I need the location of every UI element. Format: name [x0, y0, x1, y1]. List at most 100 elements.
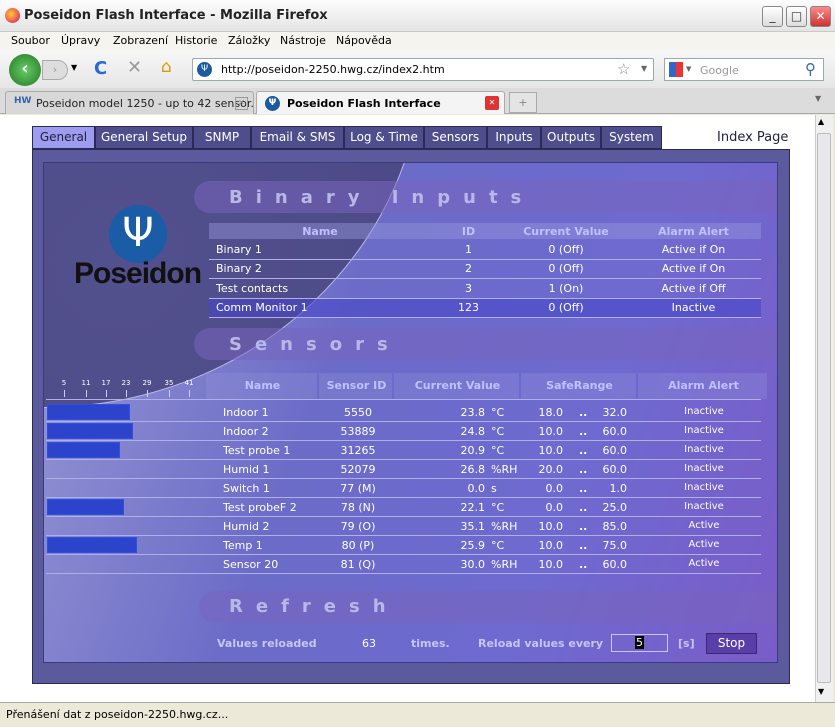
scale-tick — [169, 390, 170, 397]
app-tab-general-setup[interactable]: General Setup — [95, 126, 193, 149]
index-page-link[interactable]: Index Page — [717, 130, 788, 145]
browser-tab-active[interactable]: Ψ Poseidon Flash Interface ✕ — [256, 91, 505, 114]
scale-tick — [189, 390, 190, 397]
safe-range-high: 25.0 — [602, 501, 628, 514]
sensors-title: Sensors — [229, 334, 401, 355]
binary-cell: 2 — [465, 262, 472, 276]
scale-tick — [106, 390, 107, 397]
binary-column-header: Current Value — [523, 225, 609, 238]
scrollbar-thumb[interactable] — [817, 133, 831, 683]
safe-range-high: 75.0 — [602, 539, 628, 552]
binary-inputs-title: Binary Inputs — [229, 187, 535, 208]
app-tab-system[interactable]: System — [601, 126, 662, 149]
scale-tick — [147, 390, 148, 397]
scale-tick — [64, 390, 65, 397]
tab-close-icon[interactable]: ✕ — [235, 97, 248, 110]
bookmark-star-icon[interactable]: ☆ — [617, 60, 630, 78]
home-icon[interactable]: ⌂ — [161, 57, 172, 77]
sensor-column-header: SafeRange — [546, 379, 613, 392]
url-bar[interactable]: Ψ http://poseidon-2250.hwg.cz/index2.htm… — [192, 58, 654, 81]
scroll-down-icon[interactable]: ▼ — [818, 687, 824, 696]
menu-historie[interactable]: Historie — [175, 34, 217, 47]
menu-soubor[interactable]: Soubor — [11, 34, 50, 47]
stop-icon[interactable]: ✕ — [127, 57, 142, 78]
scale-tick — [86, 390, 87, 397]
menu-napoveda[interactable]: Nápověda — [336, 34, 392, 47]
sensor-unit: %RH — [491, 463, 518, 476]
trident-icon: Ψ — [109, 205, 167, 263]
tab-close-icon[interactable]: ✕ — [485, 96, 499, 110]
window-title: Poseidon Flash Interface - Mozilla Firef… — [24, 8, 328, 23]
search-icon[interactable]: ⚲ — [805, 60, 816, 78]
maximize-button[interactable]: □ — [786, 6, 807, 27]
search-engine-dropdown-icon[interactable]: ▼ — [686, 65, 691, 73]
binary-column-header: ID — [461, 225, 476, 238]
sensor-value: 0.0 — [467, 482, 486, 495]
safe-range-high: 60.0 — [602, 558, 628, 571]
menu-zobrazeni[interactable]: Zobrazení — [113, 34, 168, 47]
reload-every-label: Reload values every — [478, 637, 604, 650]
url-text[interactable]: http://poseidon-2250.hwg.cz/index2.htm — [221, 63, 445, 76]
minimize-button[interactable]: _ — [762, 6, 783, 27]
scale-tick — [126, 390, 127, 397]
app-tab-inputs[interactable]: Inputs — [487, 126, 541, 149]
scroll-up-icon[interactable]: ▲ — [818, 117, 824, 126]
vertical-scrollbar[interactable]: ▲ ▼ — [815, 115, 833, 702]
seconds-unit-label: [s] — [678, 637, 695, 650]
sensor-value: 20.9 — [460, 444, 486, 457]
close-button[interactable]: ✕ — [810, 6, 831, 27]
stop-button[interactable]: Stop — [706, 633, 757, 654]
sensor-column-header: Sensor ID — [326, 379, 387, 392]
sensor-value-bar — [47, 537, 137, 553]
safe-range-separator: .. — [579, 444, 588, 457]
binary-cell: Inactive — [671, 300, 716, 314]
sensor-id: 79 (O) — [340, 520, 376, 533]
sensor-id: 77 (M) — [340, 482, 376, 495]
reload-interval-value: 5 — [635, 636, 644, 649]
new-tab-button[interactable]: + — [509, 92, 537, 113]
tab-list-button[interactable]: ▼ — [815, 94, 821, 103]
menu-upravy[interactable]: Úpravy — [61, 34, 100, 47]
sensor-name: Temp 1 — [223, 539, 263, 552]
sensor-value-bar — [47, 423, 134, 439]
menu-nastroje[interactable]: Nástroje — [280, 34, 326, 47]
reload-icon[interactable]: C — [94, 58, 107, 79]
row-divider — [46, 421, 761, 422]
sensor-unit: °C — [491, 425, 505, 438]
forward-button[interactable]: › — [42, 60, 68, 80]
sensor-column-header: Current Value — [414, 379, 501, 392]
app-tab-email-sms[interactable]: Email & SMS — [251, 126, 344, 149]
safe-range-separator: .. — [579, 425, 588, 438]
safe-range-low: 18.0 — [538, 406, 564, 419]
sensor-value: 22.1 — [460, 501, 486, 514]
back-button[interactable]: ‹ — [9, 54, 41, 86]
scale-tick-label: 17 — [101, 379, 111, 387]
app-tab-general[interactable]: General — [32, 126, 95, 149]
browser-tab-label: Poseidon model 1250 - up to 42 sensor... — [36, 97, 254, 110]
app-tab-outputs[interactable]: Outputs — [541, 126, 601, 149]
sensor-value: 23.8 — [460, 406, 486, 419]
safe-range-low: 20.0 — [538, 463, 564, 476]
search-input[interactable]: Google — [700, 64, 739, 77]
sensor-name: Indoor 2 — [223, 425, 269, 438]
menu-zalozky[interactable]: Záložky — [228, 34, 270, 47]
binary-cell: 0 (Off) — [548, 243, 584, 256]
status-text: Přenášení dat z poseidon-2250.hwg.cz... — [6, 708, 229, 721]
search-box[interactable]: ▼ Google ⚲ — [664, 58, 824, 81]
safe-range-high: 1.0 — [609, 482, 628, 495]
app-tab-sensors[interactable]: Sensors — [424, 126, 487, 149]
url-dropdown-icon[interactable]: ▼ — [641, 64, 647, 73]
row-divider — [46, 554, 761, 555]
sensor-unit: °C — [491, 444, 505, 457]
scale-tick-label: 29 — [142, 379, 152, 387]
browser-tab[interactable]: HW Poseidon model 1250 - up to 42 sensor… — [5, 91, 254, 114]
sensor-name: Test probe 1 — [223, 444, 291, 457]
app-tab-log-time[interactable]: Log & Time — [344, 126, 424, 149]
binary-cell: Binary 1 — [216, 243, 262, 256]
history-dropdown-icon[interactable]: ▼ — [71, 63, 77, 72]
sensor-alarm-status: Inactive — [684, 425, 724, 436]
reload-interval-input[interactable]: 5 — [611, 634, 668, 652]
app-tab-snmp[interactable]: SNMP — [193, 126, 251, 149]
sensor-column-header: Name — [244, 379, 281, 392]
binary-cell: Test contacts — [216, 281, 289, 295]
